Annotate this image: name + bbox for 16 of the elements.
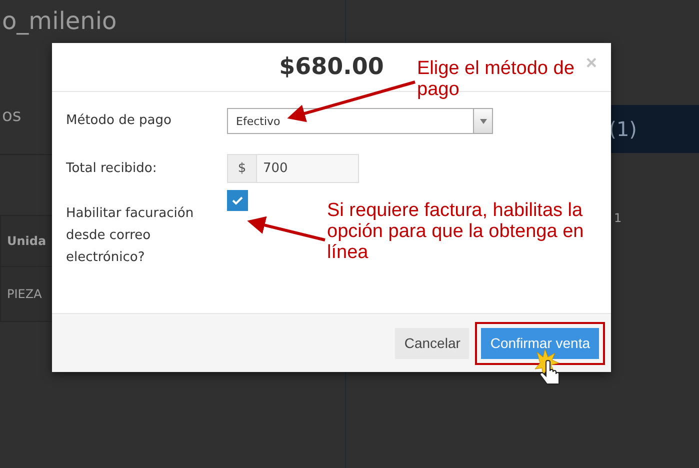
invoice-checkbox[interactable] bbox=[227, 190, 248, 211]
currency-addon: $ bbox=[228, 155, 257, 182]
cart-count: (1) bbox=[608, 117, 637, 141]
dialog-title: $680.00 bbox=[279, 54, 384, 80]
annotation-note: Si requiere factura, habilitas la opción para que la obtenga en línea bbox=[327, 200, 585, 263]
cancel-button[interactable]: Cancelar bbox=[395, 328, 470, 358]
caret-icon bbox=[473, 109, 492, 133]
table-cell-text: PIEZA bbox=[6, 286, 43, 303]
field-label: Total recibido: bbox=[66, 160, 158, 178]
annotation-note: Elige el método de pago bbox=[417, 58, 576, 100]
field-label: Método de pago bbox=[66, 112, 172, 130]
page-title: o_milenio bbox=[1, 6, 117, 36]
check-icon bbox=[232, 196, 243, 205]
payment-method-select[interactable]: Efectivo bbox=[227, 108, 493, 134]
amount-input-group[interactable]: $ 700 bbox=[227, 154, 359, 183]
amount-input[interactable]: 700 bbox=[257, 155, 358, 182]
